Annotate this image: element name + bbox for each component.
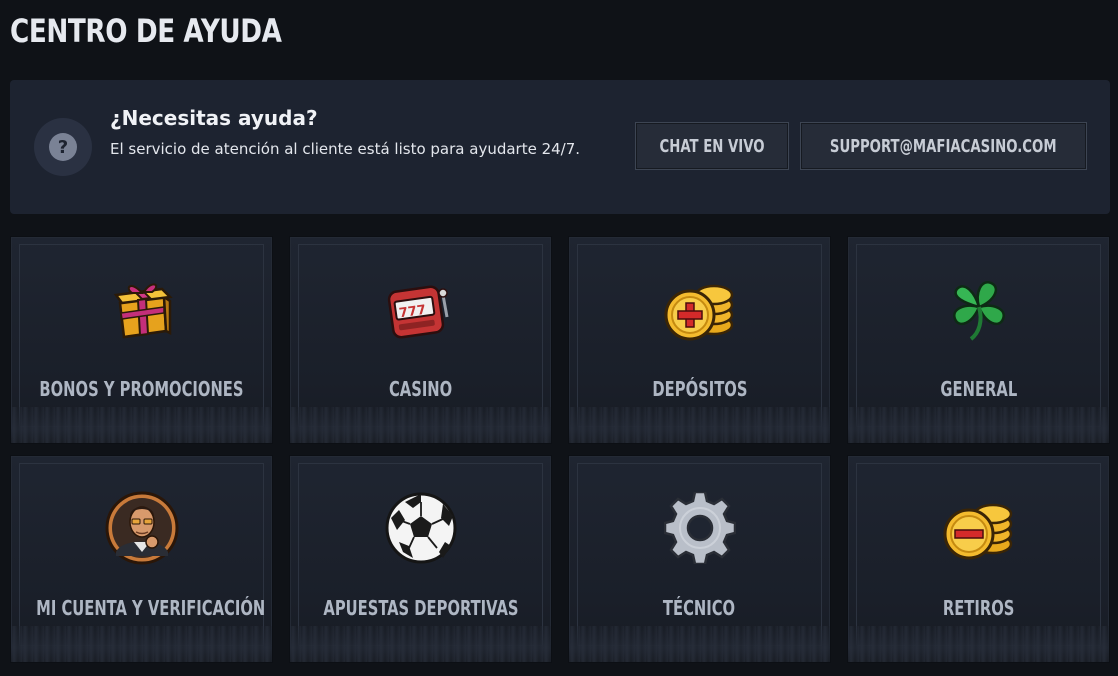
category-card-retiros[interactable]: RETIROS <box>847 455 1110 663</box>
page-title: CENTRO DE AYUDA <box>10 12 282 50</box>
category-card-tecnico[interactable]: TÉCNICO <box>568 455 831 663</box>
card-grunge <box>569 407 830 443</box>
category-label: MI CUENTA Y VERIFICACIÓN <box>36 596 266 620</box>
help-banner: ? ¿Necesitas ayuda? El servicio de atenc… <box>10 80 1110 214</box>
category-card-general[interactable]: GENERAL <box>847 236 1110 444</box>
category-label: DEPÓSITOS <box>651 377 748 401</box>
help-description: El servicio de atención al cliente está … <box>110 140 581 158</box>
help-heading: ¿Necesitas ayuda? <box>110 106 318 130</box>
clover-icon <box>952 281 1005 341</box>
live-chat-button-label: CHAT EN VIVO <box>659 135 765 157</box>
category-label: CASINO <box>388 377 453 401</box>
category-card-apuestas-deportivas[interactable]: APUESTAS DEPORTIVAS <box>289 455 552 663</box>
category-label: TÉCNICO <box>663 596 736 620</box>
soccer-ball-icon <box>385 492 456 564</box>
help-center-page: CENTRO DE AYUDA ? ¿Necesitas ayuda? El s… <box>0 0 1118 676</box>
live-chat-button[interactable]: CHAT EN VIVO <box>635 122 789 170</box>
card-grunge <box>569 626 830 662</box>
category-label: GENERAL <box>940 377 1017 401</box>
card-grunge <box>290 407 551 443</box>
card-grunge <box>848 407 1109 443</box>
avatar-mobster-icon <box>105 491 178 565</box>
coins-plus-icon <box>664 284 733 341</box>
gift-icon <box>113 283 173 339</box>
category-card-casino[interactable]: 777 CASINO <box>289 236 552 444</box>
category-card-depositos[interactable]: DEPÓSITOS <box>568 236 831 444</box>
question-icon: ? <box>34 118 92 176</box>
card-grunge <box>11 626 272 662</box>
category-card-mi-cuenta[interactable]: MI CUENTA Y VERIFICACIÓN <box>10 455 273 663</box>
question-icon-glyph: ? <box>49 133 77 161</box>
card-grunge <box>848 626 1109 662</box>
category-label: BONOS Y PROMOCIONES <box>39 377 244 401</box>
slot-machine-icon: 777 <box>387 285 448 339</box>
category-card-bonos[interactable]: BONOS Y PROMOCIONES <box>10 236 273 444</box>
card-grunge <box>290 626 551 662</box>
gear-icon <box>663 492 736 564</box>
category-label: APUESTAS DEPORTIVAS <box>322 596 519 620</box>
card-grunge <box>11 407 272 443</box>
support-email-button[interactable]: SUPPORT@MAFIACASINO.COM <box>800 122 1087 170</box>
category-label: RETIROS <box>942 596 1015 620</box>
support-email-button-label: SUPPORT@MAFIACASINO.COM <box>830 135 1057 157</box>
coins-minus-icon <box>943 503 1012 560</box>
